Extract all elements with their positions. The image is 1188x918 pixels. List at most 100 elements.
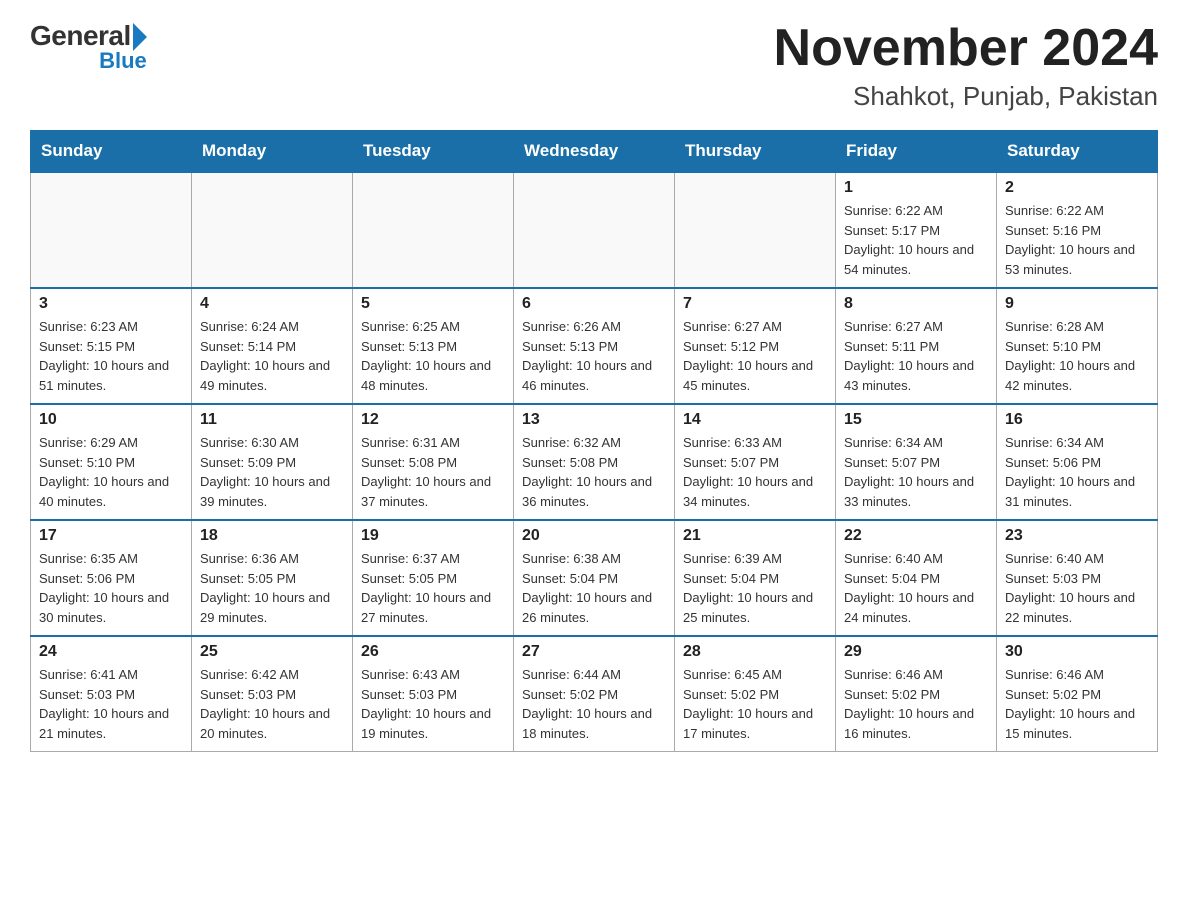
column-header-sunday: Sunday [31, 131, 192, 173]
day-number: 8 [844, 295, 988, 313]
day-info: Sunrise: 6:27 AM Sunset: 5:11 PM Dayligh… [844, 317, 988, 395]
day-number: 1 [844, 179, 988, 197]
calendar-cell: 1 Sunrise: 6:22 AM Sunset: 5:17 PM Daylig… [836, 172, 997, 288]
calendar-cell: 15 Sunrise: 6:34 AM Sunset: 5:07 PM Dayli… [836, 404, 997, 520]
column-header-friday: Friday [836, 131, 997, 173]
logo-blue-text: Blue [99, 48, 147, 74]
day-number: 14 [683, 411, 827, 429]
day-info: Sunrise: 6:34 AM Sunset: 5:07 PM Dayligh… [844, 433, 988, 511]
calendar-cell [353, 172, 514, 288]
calendar-cell: 3Sunrise: 6:23 AM Sunset: 5:15 PM Daylig… [31, 288, 192, 404]
column-header-monday: Monday [192, 131, 353, 173]
day-number: 11 [200, 411, 344, 429]
day-info: Sunrise: 6:40 AM Sunset: 5:04 PM Dayligh… [844, 549, 988, 627]
day-number: 5 [361, 295, 505, 313]
main-title: November 2024 [774, 20, 1158, 77]
calendar-week-5: 24Sunrise: 6:41 AM Sunset: 5:03 PM Dayli… [31, 636, 1158, 752]
calendar-cell: 4Sunrise: 6:24 AM Sunset: 5:14 PM Daylig… [192, 288, 353, 404]
day-number: 22 [844, 527, 988, 545]
title-block: November 2024 Shahkot, Punjab, Pakistan [774, 20, 1158, 112]
day-number: 29 [844, 643, 988, 661]
calendar-cell: 12 Sunrise: 6:31 AM Sunset: 5:08 PM Dayli… [353, 404, 514, 520]
day-info: Sunrise: 6:26 AM Sunset: 5:13 PM Dayligh… [522, 317, 666, 395]
day-number: 23 [1005, 527, 1149, 545]
day-number: 4 [200, 295, 344, 313]
calendar-cell: 30 Sunrise: 6:46 AM Sunset: 5:02 PM Dayli… [997, 636, 1158, 752]
calendar-cell: 24Sunrise: 6:41 AM Sunset: 5:03 PM Dayli… [31, 636, 192, 752]
calendar-cell [675, 172, 836, 288]
calendar-cell: 29 Sunrise: 6:46 AM Sunset: 5:02 PM Dayli… [836, 636, 997, 752]
calendar-cell: 5 Sunrise: 6:25 AM Sunset: 5:13 PM Daylig… [353, 288, 514, 404]
day-info: Sunrise: 6:43 AM Sunset: 5:03 PM Dayligh… [361, 665, 505, 743]
day-number: 21 [683, 527, 827, 545]
day-info: Sunrise: 6:32 AM Sunset: 5:08 PM Dayligh… [522, 433, 666, 511]
calendar-cell [192, 172, 353, 288]
calendar-week-4: 17Sunrise: 6:35 AM Sunset: 5:06 PM Dayli… [31, 520, 1158, 636]
day-info: Sunrise: 6:41 AM Sunset: 5:03 PM Dayligh… [39, 665, 183, 743]
column-header-thursday: Thursday [675, 131, 836, 173]
column-header-wednesday: Wednesday [514, 131, 675, 173]
calendar-cell: 22 Sunrise: 6:40 AM Sunset: 5:04 PM Dayli… [836, 520, 997, 636]
day-number: 25 [200, 643, 344, 661]
day-info: Sunrise: 6:37 AM Sunset: 5:05 PM Dayligh… [361, 549, 505, 627]
calendar-cell: 18 Sunrise: 6:36 AM Sunset: 5:05 PM Dayli… [192, 520, 353, 636]
calendar-week-2: 3Sunrise: 6:23 AM Sunset: 5:15 PM Daylig… [31, 288, 1158, 404]
day-info: Sunrise: 6:22 AM Sunset: 5:16 PM Dayligh… [1005, 201, 1149, 279]
day-info: Sunrise: 6:29 AM Sunset: 5:10 PM Dayligh… [39, 433, 183, 511]
day-number: 16 [1005, 411, 1149, 429]
logo-triangle-icon [133, 23, 147, 51]
calendar-table: SundayMondayTuesdayWednesdayThursdayFrid… [30, 130, 1158, 752]
day-info: Sunrise: 6:36 AM Sunset: 5:05 PM Dayligh… [200, 549, 344, 627]
calendar-week-1: 1 Sunrise: 6:22 AM Sunset: 5:17 PM Daylig… [31, 172, 1158, 288]
day-info: Sunrise: 6:34 AM Sunset: 5:06 PM Dayligh… [1005, 433, 1149, 511]
calendar-cell: 7 Sunrise: 6:27 AM Sunset: 5:12 PM Daylig… [675, 288, 836, 404]
calendar-cell: 25Sunrise: 6:42 AM Sunset: 5:03 PM Dayli… [192, 636, 353, 752]
day-info: Sunrise: 6:30 AM Sunset: 5:09 PM Dayligh… [200, 433, 344, 511]
day-number: 20 [522, 527, 666, 545]
day-number: 18 [200, 527, 344, 545]
day-info: Sunrise: 6:38 AM Sunset: 5:04 PM Dayligh… [522, 549, 666, 627]
day-info: Sunrise: 6:39 AM Sunset: 5:04 PM Dayligh… [683, 549, 827, 627]
day-info: Sunrise: 6:46 AM Sunset: 5:02 PM Dayligh… [1005, 665, 1149, 743]
day-number: 28 [683, 643, 827, 661]
day-info: Sunrise: 6:27 AM Sunset: 5:12 PM Dayligh… [683, 317, 827, 395]
day-number: 2 [1005, 179, 1149, 197]
day-info: Sunrise: 6:28 AM Sunset: 5:10 PM Dayligh… [1005, 317, 1149, 395]
subtitle: Shahkot, Punjab, Pakistan [774, 81, 1158, 112]
day-number: 27 [522, 643, 666, 661]
day-number: 12 [361, 411, 505, 429]
calendar-cell: 23 Sunrise: 6:40 AM Sunset: 5:03 PM Dayli… [997, 520, 1158, 636]
logo: General Blue [30, 20, 147, 74]
calendar-cell: 28Sunrise: 6:45 AM Sunset: 5:02 PM Dayli… [675, 636, 836, 752]
calendar-cell: 9 Sunrise: 6:28 AM Sunset: 5:10 PM Daylig… [997, 288, 1158, 404]
day-info: Sunrise: 6:46 AM Sunset: 5:02 PM Dayligh… [844, 665, 988, 743]
day-info: Sunrise: 6:31 AM Sunset: 5:08 PM Dayligh… [361, 433, 505, 511]
day-info: Sunrise: 6:25 AM Sunset: 5:13 PM Dayligh… [361, 317, 505, 395]
day-info: Sunrise: 6:44 AM Sunset: 5:02 PM Dayligh… [522, 665, 666, 743]
calendar-week-3: 10 Sunrise: 6:29 AM Sunset: 5:10 PM Dayli… [31, 404, 1158, 520]
calendar-cell: 8 Sunrise: 6:27 AM Sunset: 5:11 PM Daylig… [836, 288, 997, 404]
day-number: 17 [39, 527, 183, 545]
day-number: 15 [844, 411, 988, 429]
calendar-cell: 11 Sunrise: 6:30 AM Sunset: 5:09 PM Dayli… [192, 404, 353, 520]
calendar-cell: 2 Sunrise: 6:22 AM Sunset: 5:16 PM Daylig… [997, 172, 1158, 288]
calendar-header-row: SundayMondayTuesdayWednesdayThursdayFrid… [31, 131, 1158, 173]
day-number: 10 [39, 411, 183, 429]
day-number: 26 [361, 643, 505, 661]
calendar-cell: 14Sunrise: 6:33 AM Sunset: 5:07 PM Dayli… [675, 404, 836, 520]
day-number: 9 [1005, 295, 1149, 313]
day-number: 6 [522, 295, 666, 313]
column-header-tuesday: Tuesday [353, 131, 514, 173]
day-info: Sunrise: 6:23 AM Sunset: 5:15 PM Dayligh… [39, 317, 183, 395]
calendar-cell: 6 Sunrise: 6:26 AM Sunset: 5:13 PM Daylig… [514, 288, 675, 404]
day-number: 13 [522, 411, 666, 429]
calendar-cell [31, 172, 192, 288]
calendar-cell: 16 Sunrise: 6:34 AM Sunset: 5:06 PM Dayli… [997, 404, 1158, 520]
calendar-cell: 20 Sunrise: 6:38 AM Sunset: 5:04 PM Dayli… [514, 520, 675, 636]
day-number: 7 [683, 295, 827, 313]
day-info: Sunrise: 6:22 AM Sunset: 5:17 PM Dayligh… [844, 201, 988, 279]
day-number: 30 [1005, 643, 1149, 661]
day-info: Sunrise: 6:40 AM Sunset: 5:03 PM Dayligh… [1005, 549, 1149, 627]
page-header: General Blue November 2024 Shahkot, Punj… [30, 20, 1158, 112]
calendar-cell: 13 Sunrise: 6:32 AM Sunset: 5:08 PM Dayli… [514, 404, 675, 520]
